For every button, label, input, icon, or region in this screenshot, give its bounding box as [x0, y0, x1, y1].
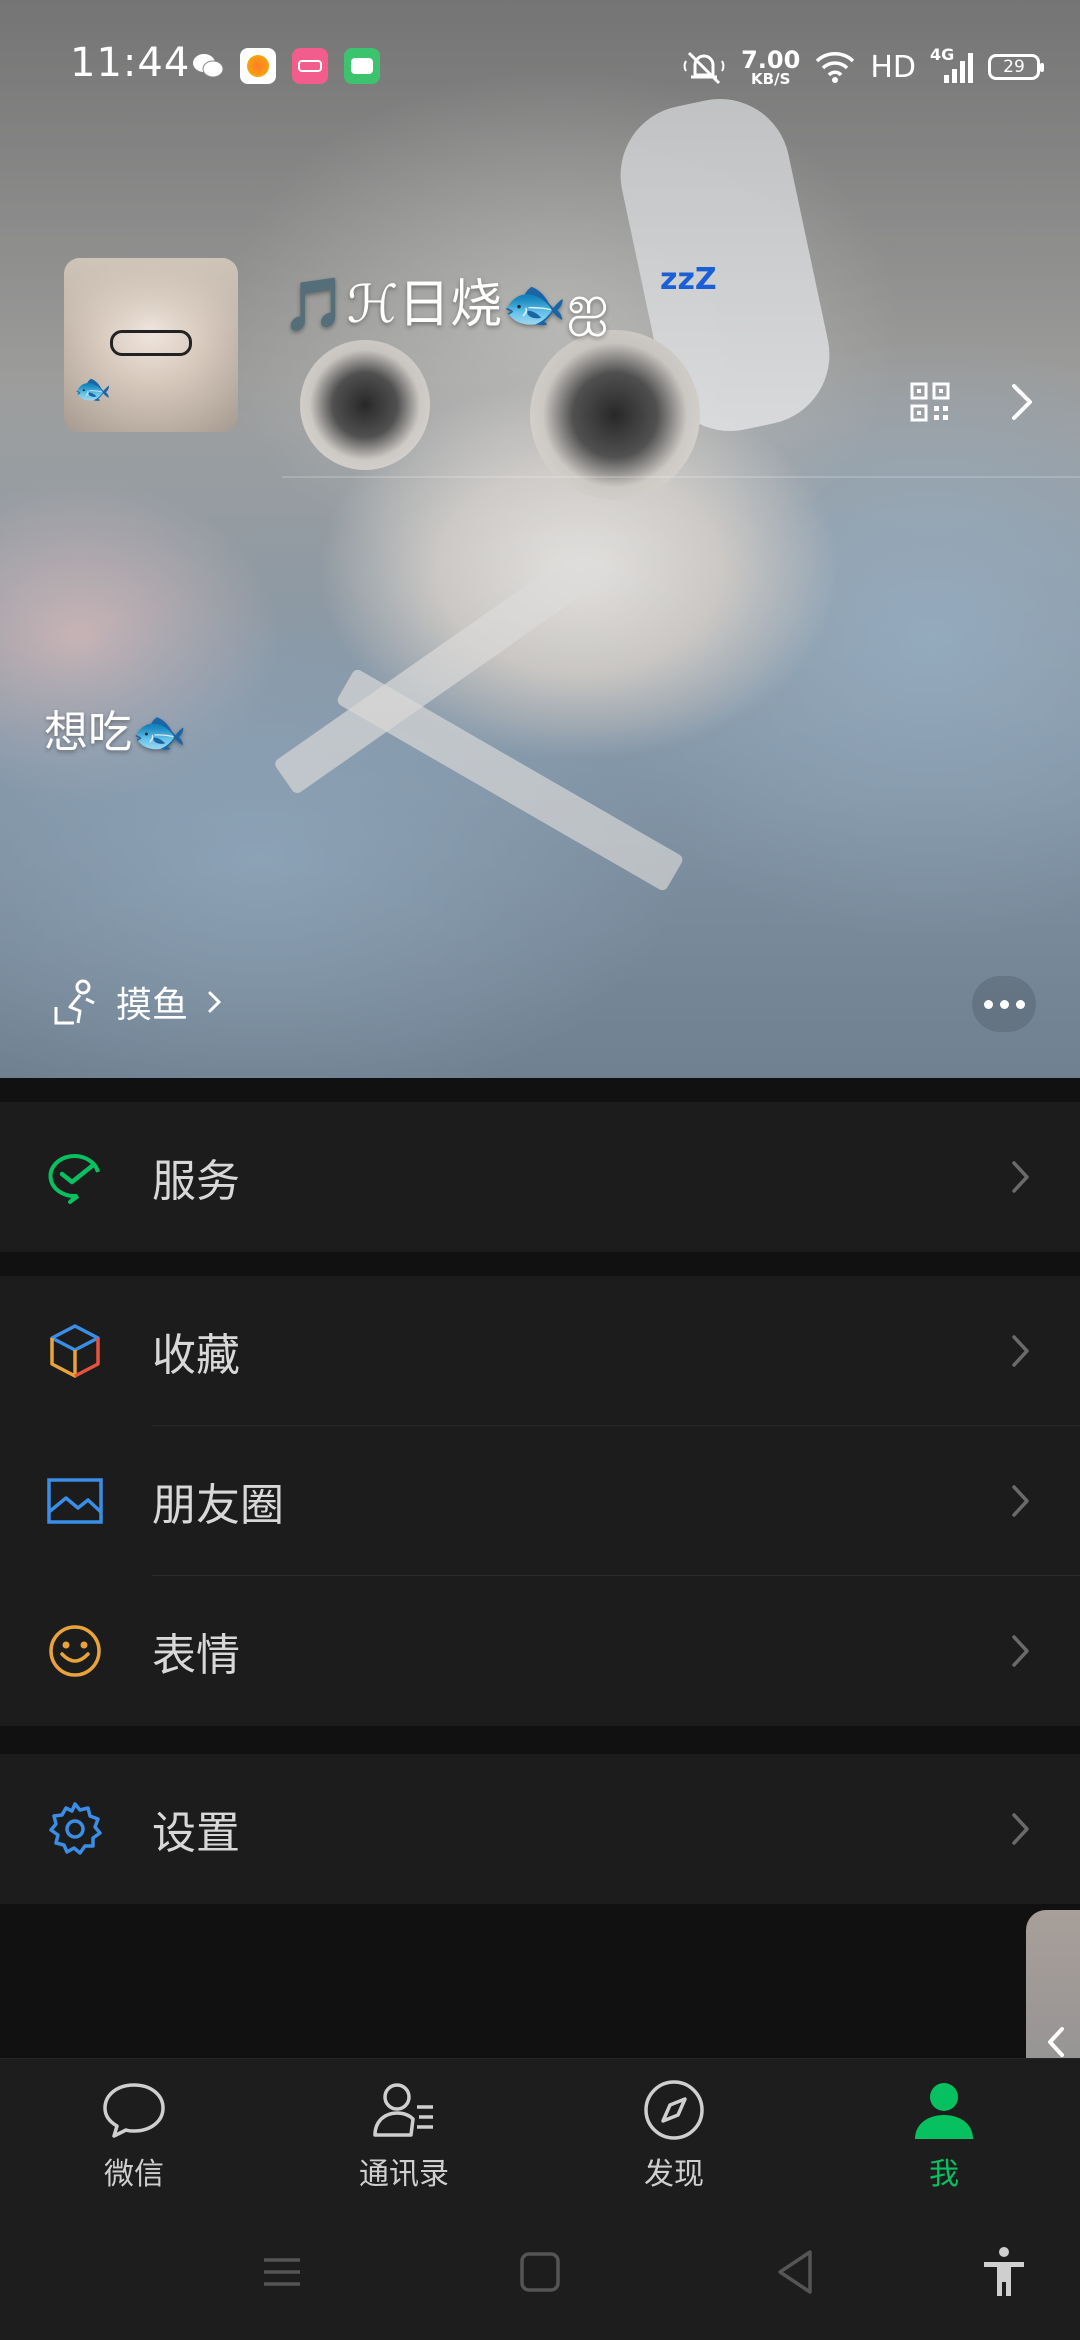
status-label: 摸鱼: [116, 985, 189, 1026]
profile-signature: 想吃🐟: [44, 707, 187, 758]
avatar[interactable]: 🐟: [64, 258, 238, 432]
tab-label: 我: [929, 2157, 959, 2192]
menu-item-favorites[interactable]: 收藏: [0, 1276, 1080, 1426]
back-triangle-icon[interactable]: [768, 2244, 824, 2300]
status-person-icon: [54, 979, 95, 1025]
chevron-right-icon: [1012, 1635, 1029, 1667]
chat-bubble-icon: [103, 2083, 165, 2138]
sticker-smile-icon: [49, 1625, 101, 1677]
menu-group-settings: 设置: [0, 1754, 1080, 1904]
me-person-icon: [915, 2083, 973, 2139]
menu-label: 收藏: [152, 1330, 240, 1381]
tab-me[interactable]: 我: [854, 2079, 1034, 2193]
status-bar: 11:44 7.00 KB/S HD 4G 29: [0, 0, 1080, 130]
wechat-notification-icon: [193, 54, 224, 78]
message-notification-icon: [344, 48, 380, 84]
chevron-right-icon[interactable]: [1004, 380, 1040, 424]
tab-label: 微信: [104, 2157, 164, 2192]
chevron-right-icon: [208, 991, 222, 1013]
tab-chats[interactable]: 微信: [44, 2079, 224, 2193]
tab-label: 发现: [644, 2157, 704, 2192]
battery-indicator: 29: [988, 54, 1044, 80]
menu-icon[interactable]: [254, 2244, 310, 2300]
status-time: 11:44: [70, 40, 191, 86]
chevron-right-icon: [1012, 1161, 1029, 1193]
silent-bell-icon: [683, 51, 725, 85]
contacts-icon: [373, 2083, 433, 2137]
bottom-tab-bar: 微信 通讯录 发现 我: [0, 2058, 1080, 2204]
menu-item-moments[interactable]: 朋友圈: [0, 1426, 1080, 1576]
tab-label: 通讯录: [359, 2157, 449, 2192]
nickname-zzz: zzZ: [660, 262, 717, 297]
menu-label: 设置: [152, 1808, 240, 1859]
fish-icon: 🐟: [74, 372, 112, 407]
menu-label: 表情: [152, 1630, 240, 1681]
bilibili-notification-icon: [292, 48, 328, 84]
menu-item-settings[interactable]: 设置: [0, 1754, 1080, 1904]
menu-group-services: 服务: [0, 1102, 1080, 1252]
tab-contacts[interactable]: 通讯录: [314, 2079, 494, 2193]
system-navigation-bar: [0, 2204, 1080, 2340]
wechat-pay-icon: [48, 1154, 100, 1204]
home-square-icon[interactable]: [512, 2244, 568, 2300]
chevron-right-icon: [1012, 1485, 1029, 1517]
profile-nickname[interactable]: 🎵ℋ日烧🐟ஐ: [282, 262, 609, 342]
chevron-left-icon: [1048, 2027, 1064, 2057]
network-speed: 7.00 KB/S: [741, 45, 801, 88]
menu-group-main: 收藏 朋友圈 表情: [0, 1276, 1080, 1726]
avatar-glasses: [110, 330, 192, 356]
cellular-signal-icon: 4G: [930, 45, 974, 87]
tab-discover[interactable]: 发现: [584, 2079, 764, 2193]
status-button[interactable]: 摸鱼: [50, 972, 224, 1032]
chevron-right-icon: [1012, 1335, 1029, 1367]
more-options-button[interactable]: [972, 976, 1036, 1032]
favorites-cube-icon: [50, 1324, 100, 1378]
moments-image-icon: [47, 1478, 103, 1524]
accessibility-icon[interactable]: [976, 2244, 1032, 2300]
profile-cover[interactable]: 11:44 7.00 KB/S HD 4G 29 🐟 🎵ℋ日烧🐟ஐ zzZ 想吃…: [0, 0, 1080, 1078]
menu-label: 朋友圈: [152, 1480, 284, 1531]
wifi-icon: [816, 52, 855, 83]
menu-label: 服务: [152, 1156, 240, 1207]
qr-code-icon[interactable]: [910, 382, 950, 422]
menu-item-services[interactable]: 服务: [0, 1102, 1080, 1252]
hd-indicator: HD: [870, 49, 916, 85]
app-notification-icon: [240, 48, 276, 84]
chevron-right-icon: [1012, 1813, 1029, 1845]
settings-gear-icon: [49, 1802, 102, 1855]
menu-item-stickers[interactable]: 表情: [0, 1576, 1080, 1726]
compass-icon: [644, 2080, 704, 2140]
